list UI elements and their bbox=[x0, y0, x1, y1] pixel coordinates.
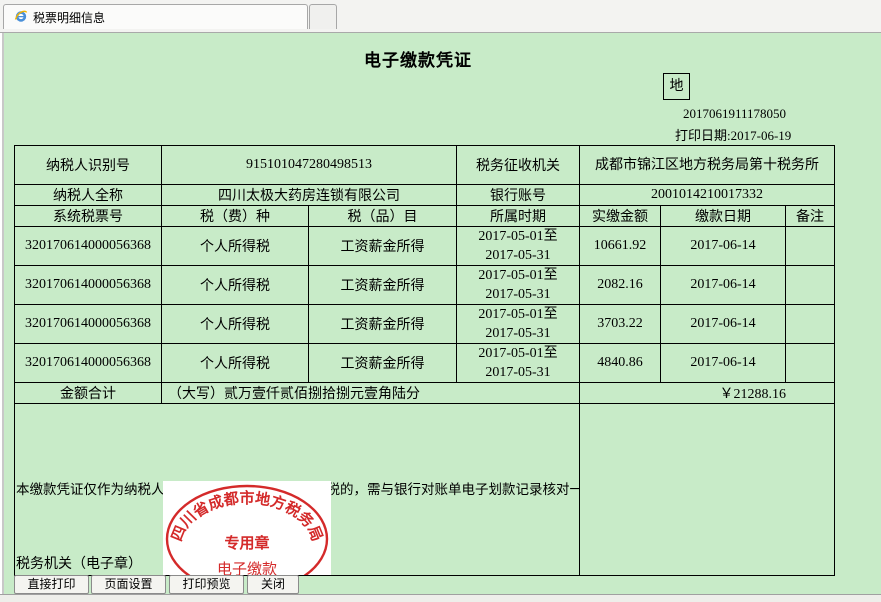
print-date: 打印日期:2017-06-19 bbox=[675, 128, 792, 143]
tax-type-cell: 个人所得税 bbox=[161, 265, 309, 305]
total-amount-in-words: （大写）贰万壹仟贰佰捌拾捌元壹角陆分 bbox=[161, 382, 580, 404]
tax-type-cell: 个人所得税 bbox=[161, 304, 309, 344]
local-tax-mark: 地 bbox=[663, 73, 690, 100]
print-preview-button[interactable]: 打印预览 bbox=[169, 575, 244, 594]
document-title: 电子缴款凭证 bbox=[364, 51, 472, 71]
taxpayer-name-label: 纳税人全称 bbox=[14, 184, 162, 206]
period-from: 2017-05-01至 bbox=[478, 307, 558, 322]
ticket-number-cell: 320170614000056368 bbox=[14, 304, 162, 344]
total-amount-value: ￥21288.16 bbox=[578, 382, 836, 404]
direct-print-button[interactable]: 直接打印 bbox=[14, 575, 89, 594]
tab-title: 税票明细信息 bbox=[33, 11, 106, 25]
total-label: 金额合计 bbox=[14, 382, 162, 404]
table-row: 320170614000056368 个人所得税 工资薪金所得 2017-05-… bbox=[14, 265, 836, 305]
note-cell bbox=[784, 304, 836, 344]
payment-date-cell: 2017-06-14 bbox=[660, 343, 786, 383]
amount-cell: 3703.22 bbox=[579, 304, 661, 344]
tax-item-cell: 工资薪金所得 bbox=[308, 226, 457, 266]
note-cell bbox=[784, 265, 836, 305]
page-setup-button[interactable]: 页面设置 bbox=[91, 575, 166, 594]
column-header: 系统税票号 bbox=[14, 205, 162, 227]
close-button[interactable]: 关闭 bbox=[247, 575, 299, 594]
column-header: 税（费）种 bbox=[161, 205, 309, 227]
tax-type-cell: 个人所得税 bbox=[161, 343, 309, 383]
period-from: 2017-05-01至 bbox=[478, 229, 558, 244]
payment-date-cell: 2017-06-14 bbox=[660, 226, 786, 266]
period-from: 2017-05-01至 bbox=[478, 346, 558, 361]
ticket-number-cell: 320170614000056368 bbox=[14, 265, 162, 305]
note-cell bbox=[784, 226, 836, 266]
seal-bottom-text: 电子缴款 bbox=[217, 560, 277, 576]
column-header: 实缴金额 bbox=[579, 205, 661, 227]
table-header-row: 系统税票号 税（费）种 税（品）目 所属时期 实缴金额 缴款日期 备注 bbox=[14, 205, 836, 227]
voucher-serial-number: 2017061911178050 bbox=[683, 106, 787, 121]
period-to: 2017-05-31 bbox=[485, 326, 551, 341]
ie-browser-icon bbox=[14, 10, 28, 22]
tax-item-cell: 工资薪金所得 bbox=[308, 304, 457, 344]
tax-type-cell: 个人所得税 bbox=[161, 226, 309, 266]
period-cell: 2017-05-01至 2017-05-31 bbox=[456, 226, 580, 266]
blank-cell bbox=[578, 403, 836, 576]
tax-item-cell: 工资薪金所得 bbox=[308, 343, 457, 383]
tab-tax-ticket-details[interactable]: 税票明细信息 bbox=[3, 4, 308, 29]
column-header: 税（品）目 bbox=[308, 205, 457, 227]
tax-payment-voucher-table: 纳税人识别号 915101047280498513 税务征收机关 成都市锦江区地… bbox=[14, 145, 836, 576]
new-tab-button[interactable] bbox=[309, 4, 337, 29]
payment-date-cell: 2017-06-14 bbox=[660, 304, 786, 344]
browser-tab-bar: 税票明细信息 bbox=[0, 0, 881, 33]
column-header: 所属时期 bbox=[456, 205, 580, 227]
bank-account-label: 银行账号 bbox=[456, 184, 580, 206]
column-header: 备注 bbox=[784, 205, 836, 227]
payment-date-cell: 2017-06-14 bbox=[660, 265, 786, 305]
amount-cell: 10661.92 bbox=[579, 226, 661, 266]
tax-item-cell: 工资薪金所得 bbox=[308, 265, 457, 305]
notice-cell: 本缴款凭证仅作为纳税人记账核算凭证使用，电子缴税的，需与银行对账单电子划款记录核… bbox=[14, 403, 580, 576]
amount-cell: 2082.16 bbox=[579, 265, 661, 305]
taxpayer-id-value: 915101047280498513 bbox=[161, 145, 457, 185]
taxpayer-id-label: 纳税人识别号 bbox=[14, 145, 162, 185]
period-to: 2017-05-31 bbox=[485, 365, 551, 380]
column-header: 缴款日期 bbox=[660, 205, 786, 227]
period-to: 2017-05-31 bbox=[485, 248, 551, 263]
ticket-number-cell: 320170614000056368 bbox=[14, 226, 162, 266]
tax-authority-signature-label: 税务机关（电子章） bbox=[16, 556, 142, 572]
table-row: 320170614000056368 个人所得税 工资薪金所得 2017-05-… bbox=[14, 226, 836, 266]
period-cell: 2017-05-01至 2017-05-31 bbox=[456, 265, 580, 305]
bank-account-value: 2001014210017332 bbox=[578, 184, 836, 206]
amount-cell: 4840.86 bbox=[579, 343, 661, 383]
table-row: 320170614000056368 个人所得税 工资薪金所得 2017-05-… bbox=[14, 304, 836, 344]
tax-authority-value: 成都市锦江区地方税务局第十税务所 bbox=[578, 145, 836, 185]
period-to: 2017-05-31 bbox=[485, 287, 551, 302]
total-row: 金额合计 （大写）贰万壹仟贰佰捌拾捌元壹角陆分 ￥21288.16 bbox=[14, 382, 836, 404]
seal-image: 四川省成都市地方税务局 专用章 电子缴款 bbox=[165, 484, 329, 576]
tax-authority-label: 税务征收机关 bbox=[456, 145, 580, 185]
seal-center-text: 专用章 bbox=[224, 534, 269, 552]
period-cell: 2017-05-01至 2017-05-31 bbox=[456, 304, 580, 344]
period-from: 2017-05-01至 bbox=[478, 268, 558, 283]
taxpayer-name-value: 四川太极大药房连锁有限公司 bbox=[161, 184, 457, 206]
note-cell bbox=[784, 343, 836, 383]
period-cell: 2017-05-01至 2017-05-31 bbox=[456, 343, 580, 383]
electronic-seal: 四川省成都市地方税务局 专用章 电子缴款 bbox=[163, 481, 331, 576]
table-row: 320170614000056368 个人所得税 工资薪金所得 2017-05-… bbox=[14, 343, 836, 383]
ticket-number-cell: 320170614000056368 bbox=[14, 343, 162, 383]
